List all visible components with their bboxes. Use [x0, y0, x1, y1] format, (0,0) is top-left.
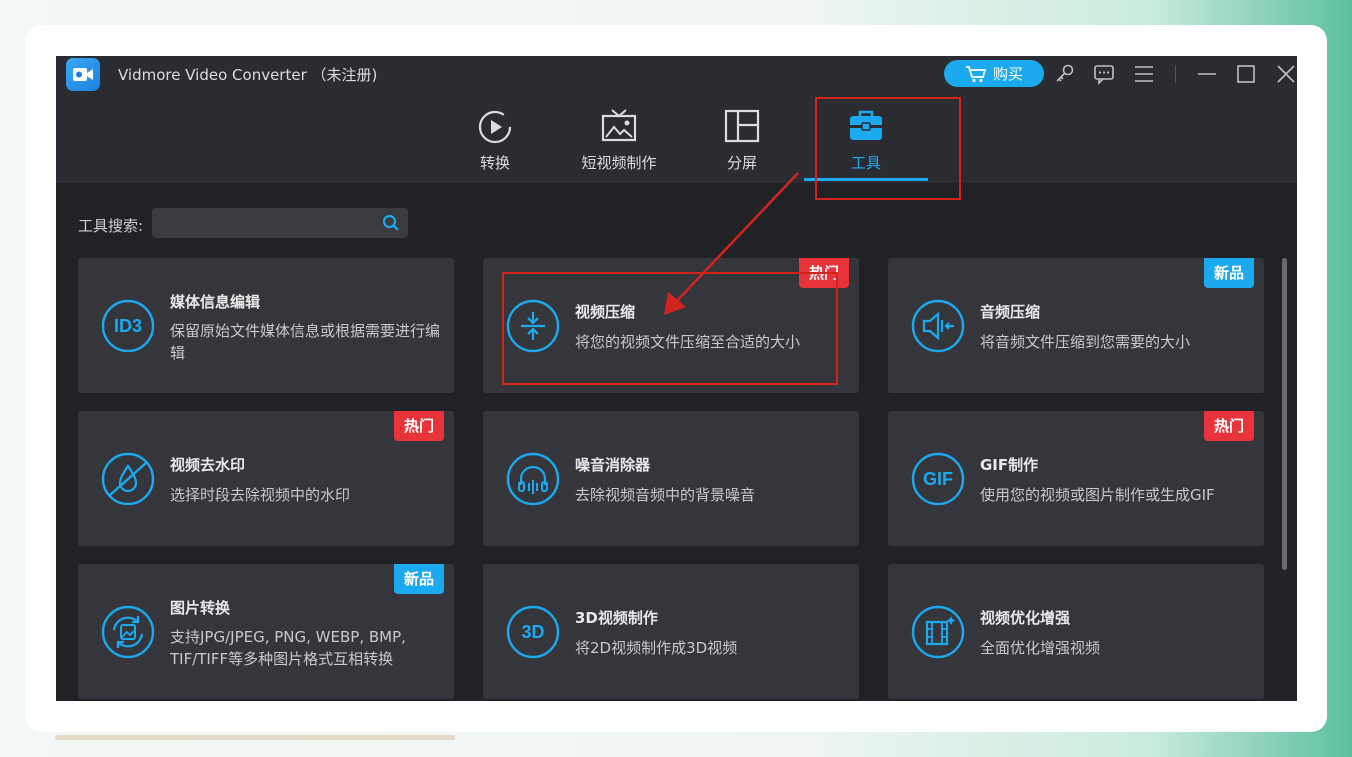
decorative-bar	[55, 735, 455, 740]
annotation-arrow	[664, 172, 799, 315]
app-window: Vidmore Video Converter （未注册) 购买 转换 短视频制…	[56, 56, 1297, 701]
